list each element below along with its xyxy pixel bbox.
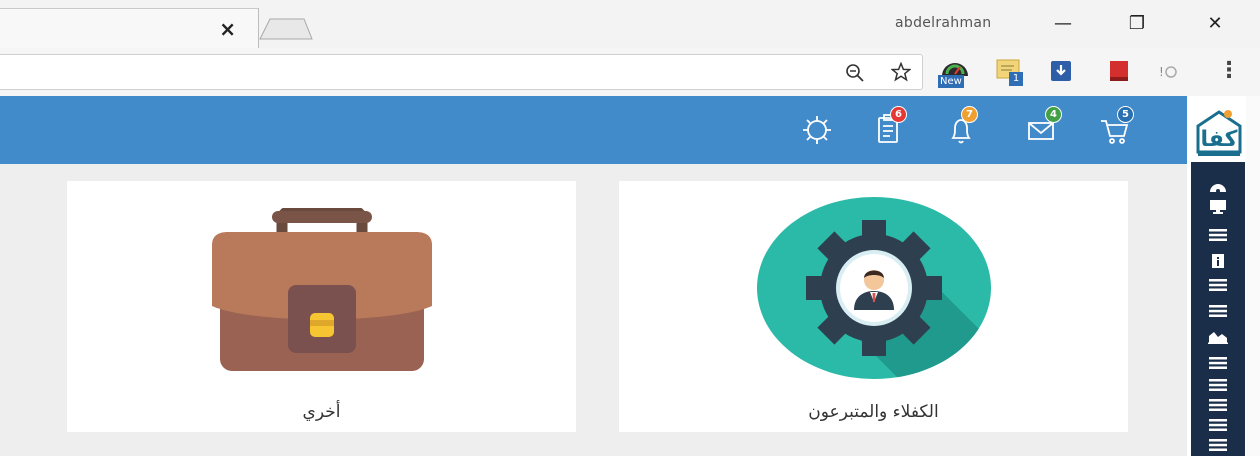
notifications-menu[interactable]: 7 xyxy=(944,106,980,148)
address-input[interactable] xyxy=(0,54,923,90)
list-icon[interactable] xyxy=(1206,378,1230,392)
restore-button[interactable]: ❐ xyxy=(1122,10,1152,36)
dashboard-icon[interactable] xyxy=(1206,179,1230,193)
list-icon[interactable] xyxy=(1206,304,1230,318)
extension-count-badge: 1 xyxy=(1009,72,1023,86)
tab-close-button[interactable]: × xyxy=(219,19,236,39)
notifications-badge: 7 xyxy=(961,106,978,123)
area-chart-icon[interactable] xyxy=(1206,330,1230,344)
info-icon[interactable] xyxy=(1206,254,1230,268)
speed-extension-icon[interactable]: New xyxy=(938,56,972,90)
list-icon[interactable] xyxy=(1206,398,1230,412)
cart-badge: 5 xyxy=(1117,106,1134,123)
cart-menu[interactable]: 5 xyxy=(1098,106,1134,148)
settings-icon[interactable] xyxy=(799,112,835,148)
scrollbar-track[interactable] xyxy=(1246,96,1260,456)
book-extension-icon[interactable] xyxy=(1108,60,1130,82)
bookmark-star-icon[interactable] xyxy=(891,62,911,82)
svg-text:كفا: كفا xyxy=(1201,127,1238,152)
profile-name[interactable]: abdelrahman xyxy=(895,15,991,31)
zoom-icon[interactable] xyxy=(845,63,865,83)
list-icon[interactable] xyxy=(1206,356,1230,370)
monitor-icon[interactable] xyxy=(1206,200,1230,214)
sponsors-card-label: الكفلاء والمتبرعون xyxy=(808,402,939,422)
others-card-label: أخري xyxy=(302,402,341,422)
list-icon[interactable] xyxy=(1206,228,1230,242)
new-tab-button[interactable] xyxy=(258,18,314,40)
notes-menu[interactable]: 6 xyxy=(873,106,909,148)
messages-menu[interactable]: 4 xyxy=(1026,106,1062,148)
download-extension-icon[interactable] xyxy=(1050,60,1072,82)
notes-badge: 6 xyxy=(890,106,907,123)
sponsors-card[interactable]: الكفلاء والمتبرعون xyxy=(619,181,1128,432)
browser-tab[interactable]: × xyxy=(0,8,259,49)
new-badge: New xyxy=(938,75,964,88)
list-icon[interactable] xyxy=(1206,418,1230,432)
minimize-button[interactable]: — xyxy=(1048,10,1078,36)
briefcase-icon xyxy=(211,208,432,371)
browser-toolbar: New 1 ! ⋮ xyxy=(0,48,1260,97)
app-logo[interactable]: كفا xyxy=(1192,102,1246,158)
notes-extension-icon[interactable]: 1 xyxy=(996,58,1024,86)
list-icon[interactable] xyxy=(1206,438,1230,452)
others-card[interactable]: أخري xyxy=(67,181,576,432)
svg-text:!: ! xyxy=(1159,65,1164,79)
app-header: 6 7 4 5 xyxy=(0,96,1187,164)
messages-badge: 4 xyxy=(1045,106,1062,123)
browser-title-bar: × abdelrahman — ❐ ✕ xyxy=(0,0,1260,49)
close-window-button[interactable]: ✕ xyxy=(1200,10,1230,36)
grey-extension-icon[interactable]: ! xyxy=(1158,61,1180,83)
browser-menu-icon[interactable]: ⋮ xyxy=(1218,58,1240,83)
list-icon[interactable] xyxy=(1206,278,1230,292)
sponsors-gear-icon xyxy=(756,197,991,379)
